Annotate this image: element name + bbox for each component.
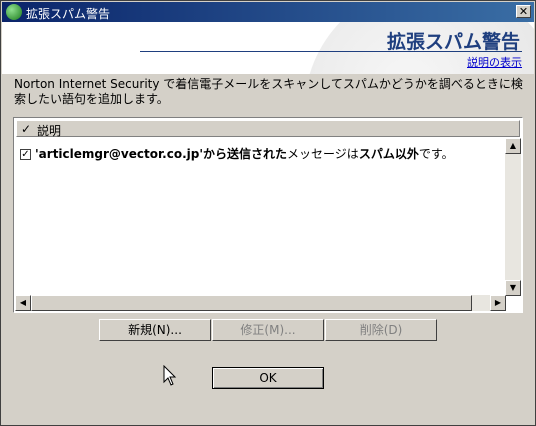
list-column-header[interactable]: ✓ 説明: [16, 120, 520, 138]
vertical-scrollbar[interactable]: ▲ ▼: [505, 138, 521, 296]
horizontal-scroll-thumb[interactable]: [31, 295, 472, 311]
header-check-icon: ✓: [21, 122, 32, 136]
header-banner: 拡張スパム警告 説明の表示: [2, 22, 534, 74]
rule-list[interactable]: ✓ 説明 ✓'articlemgr@vector.co.jp'から送信されたメッ…: [13, 117, 523, 313]
title-bar[interactable]: 拡張スパム警告 ✕: [2, 2, 534, 22]
rule-text-not-spam: スパム以外: [358, 147, 419, 161]
horizontal-scrollbar[interactable]: ◀ ▶: [15, 295, 506, 311]
header-divider: [140, 51, 522, 52]
window-title: 拡張スパム警告: [26, 7, 111, 21]
rule-text-end: です。: [418, 147, 454, 161]
rule-address: 'articlemgr@vector.co.jp': [35, 147, 204, 161]
ok-button[interactable]: OK: [212, 367, 324, 389]
rule-checkbox[interactable]: ✓: [20, 149, 31, 160]
norton-globe-icon: [6, 4, 22, 20]
description-text: Norton Internet Security で着信電子メールをスキャンして…: [14, 77, 523, 106]
edit-button[interactable]: 修正(M)...: [212, 319, 324, 341]
dialog-window: 拡張スパム警告 ✕ 拡張スパム警告 説明の表示 Norton Internet …: [0, 0, 536, 426]
close-button[interactable]: ✕: [516, 5, 531, 18]
rule-text-from: から送信された: [203, 147, 288, 161]
help-link[interactable]: 説明の表示: [467, 54, 522, 70]
scroll-right-arrow-icon[interactable]: ▶: [490, 295, 506, 311]
page-title: 拡張スパム警告: [386, 31, 520, 53]
scroll-left-arrow-icon[interactable]: ◀: [15, 295, 31, 311]
new-button[interactable]: 新規(N)...: [99, 319, 211, 341]
rule-text-message: メッセージは: [287, 147, 359, 161]
scroll-up-arrow-icon[interactable]: ▲: [505, 138, 521, 154]
scroll-down-arrow-icon[interactable]: ▼: [505, 280, 521, 296]
column-label-description: 説明: [37, 124, 62, 138]
delete-button[interactable]: 削除(D): [325, 319, 437, 341]
list-item[interactable]: ✓ 'articlemgr@vector.co.jp'から送信されたメッセージはス…: [20, 145, 454, 162]
mouse-cursor-icon: [163, 365, 177, 386]
